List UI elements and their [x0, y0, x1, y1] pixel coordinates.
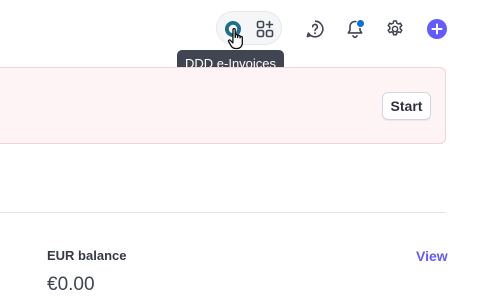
view-balance-link[interactable]: View	[416, 248, 448, 264]
plus-icon	[427, 19, 447, 39]
help-button[interactable]	[301, 15, 329, 43]
notifications-button[interactable]	[341, 15, 369, 43]
balance-label: EUR balance	[47, 248, 127, 263]
help-icon	[306, 20, 324, 38]
alert-banner	[0, 67, 446, 144]
create-button[interactable]	[423, 15, 451, 43]
page: DDD e-Invoices Start EUR balance View €0…	[0, 0, 485, 301]
settings-button[interactable]	[381, 15, 409, 43]
apps-grid-plus-icon	[256, 20, 274, 38]
gear-icon	[387, 20, 403, 36]
ddd-e-invoices-icon	[225, 21, 241, 37]
apps-button[interactable]	[251, 15, 279, 43]
start-button[interactable]: Start	[382, 92, 431, 120]
ddd-e-invoices-app-button[interactable]	[219, 15, 247, 43]
balance-value: €0.00	[47, 274, 95, 295]
section-divider	[0, 212, 446, 213]
notification-badge	[356, 19, 365, 28]
